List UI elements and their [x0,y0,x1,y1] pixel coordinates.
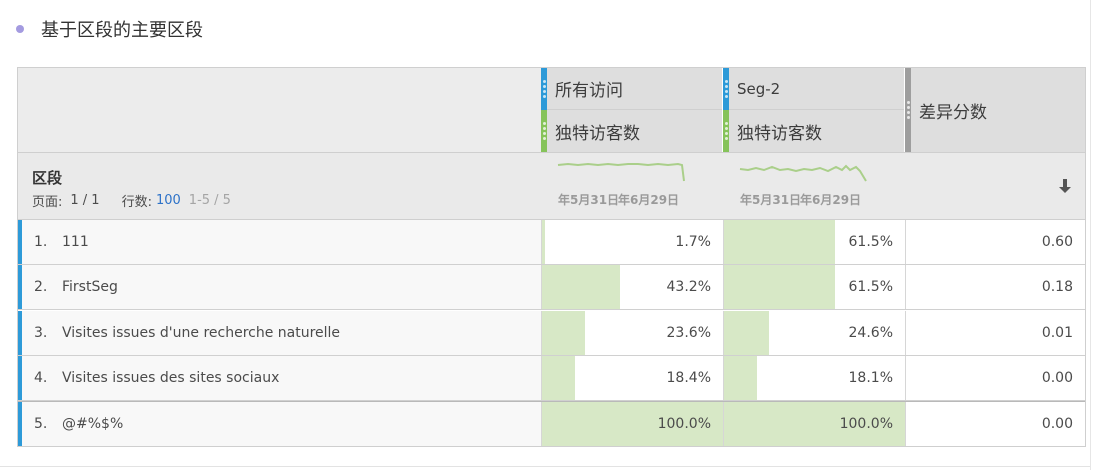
segment-label: 所有访问 [555,81,623,101]
table-row[interactable]: 4. Visites issues des sites sociaux 18.4% 1… [18,356,1085,401]
metric-cell-all-visits[interactable]: 1.7% [541,220,723,264]
sparkline-start-date: 年5月31日 [740,193,802,207]
metric-value: 0.00 [1041,370,1073,386]
metric-drag-handle[interactable] [723,110,729,152]
panel-bullet-icon [16,25,24,33]
metric-cell-all-visits[interactable]: 23.6% [541,311,723,355]
metric-cell-seg-2[interactable]: 61.5% [723,265,905,309]
metric-label: 独特访客数 [555,123,640,144]
metric-value: 100.0% [839,416,893,432]
metric-cell-difference[interactable]: 0.00 [905,402,1085,446]
segment-drag-handle[interactable] [541,67,547,110]
scrollbar-rail[interactable] [1090,0,1112,470]
rows-per-page-select[interactable]: 100 [156,193,181,208]
metric-drag-handle[interactable] [541,110,547,152]
metric-value: 1.7% [675,234,711,250]
row-number: 2. [34,279,48,295]
metric-cell-seg-2[interactable]: 18.1% [723,356,905,400]
sparkline-all-visits [557,162,685,182]
segment-header[interactable]: Seg-2 [723,67,904,110]
metric-label: 独特访客数 [737,123,822,144]
table-row[interactable]: 3. Visites issues d'une recherche naturel… [18,311,1085,356]
metric-value: 23.6% [666,325,711,341]
metric-value: 18.1% [848,370,893,386]
panel-title[interactable]: 基于区段的主要区段 [41,16,203,42]
row-dimension-cell[interactable]: 4. Visites issues des sites sociaux [22,356,541,400]
table-row[interactable]: 5. @#%$% 100.0% 100.0% 0.00 [18,401,1085,446]
metric-header[interactable]: 独特访客数 [541,110,722,152]
metric-value: 0.60 [1041,234,1073,250]
column-header-difference-score[interactable]: 差异分数 [905,68,1085,152]
row-number: 3. [34,325,48,341]
row-item-name[interactable]: FirstSeg [62,279,118,295]
summary-row: 区段 页面: 1 / 1 行数: 100 1-5 / 5 年5月31日 年6月2… [18,152,1085,220]
dimension-title[interactable]: 区段 [32,167,62,188]
metric-cell-seg-2[interactable]: 24.6% [723,311,905,355]
rows-label: 行数: [121,195,152,210]
row-dimension-cell[interactable]: 5. @#%$% [22,402,541,446]
panel-header: 基于区段的主要区段 [16,16,203,42]
percent-bar [724,220,836,264]
metric-value: 0.18 [1041,279,1073,295]
page-value[interactable]: 1 / 1 [70,193,99,208]
freeform-table: 所有访问 独特访客数 Seg-2 独特访客数 差异分数 区段 页面: 1 / 1… [17,67,1086,447]
pagination: 页面: 1 / 1 行数: 100 1-5 / 5 [32,191,231,210]
segment-label: Seg-2 [737,79,781,98]
panel-bottom-divider [0,466,1090,467]
metric-value: 61.5% [848,234,893,250]
row-number: 4. [34,370,48,386]
metric-cell-difference[interactable]: 0.60 [905,220,1085,264]
page-label: 页面: [32,195,63,210]
metric-header[interactable]: 独特访客数 [723,110,904,152]
percent-bar [542,311,585,355]
row-item-name[interactable]: Visites issues d'une recherche naturelle [62,325,340,341]
sparkline-end-date: 年6月29日 [618,193,680,207]
table-row[interactable]: 1. 111 1.7% 61.5% 0.60 [18,220,1085,265]
metric-cell-difference[interactable]: 0.00 [905,356,1085,400]
row-item-name[interactable]: @#%$% [62,416,123,432]
metric-cell-difference[interactable]: 0.18 [905,265,1085,309]
row-dimension-cell[interactable]: 3. Visites issues d'une recherche naturel… [22,311,541,355]
segment-drag-handle[interactable] [723,67,729,110]
metric-value: 18.4% [666,370,711,386]
metric-value: 0.01 [1041,325,1073,341]
table-row[interactable]: 2. FirstSeg 43.2% 61.5% 0.18 [18,265,1085,310]
dimension-header-blank [18,68,541,152]
metric-value: 100.0% [657,416,711,432]
row-number: 1. [34,234,48,250]
metric-value: 61.5% [848,279,893,295]
row-item-name[interactable]: Visites issues des sites sociaux [62,370,279,386]
row-dimension-cell[interactable]: 2. FirstSeg [22,265,541,309]
sparkline-start-date: 年5月31日 [558,193,620,207]
metric-value: 24.6% [848,325,893,341]
percent-bar [724,311,769,355]
sparkline-end-date: 年6月29日 [800,193,862,207]
metric-cell-seg-2[interactable]: 100.0% [723,402,905,446]
row-dimension-cell[interactable]: 1. 111 [22,220,541,264]
metric-value: 0.00 [1041,416,1073,432]
sparkline-seg-2 [739,164,867,182]
row-range: 1-5 / 5 [188,193,231,208]
metric-cell-seg-2[interactable]: 61.5% [723,220,905,264]
percent-bar [542,356,576,400]
sort-descending-icon[interactable] [1058,177,1072,195]
metric-label: 差异分数 [919,102,987,123]
percent-bar [724,265,836,309]
segment-header[interactable]: 所有访问 [541,67,722,110]
percent-bar [542,220,546,264]
row-item-name[interactable]: 111 [62,234,89,250]
row-number: 5. [34,416,48,432]
column-header-seg-2[interactable]: Seg-2 独特访客数 [723,67,904,152]
percent-bar [724,356,757,400]
column-header-all-visits[interactable]: 所有访问 独特访客数 [541,67,722,152]
metric-cell-all-visits[interactable]: 43.2% [541,265,723,309]
metric-cell-difference[interactable]: 0.01 [905,311,1085,355]
metric-cell-all-visits[interactable]: 18.4% [541,356,723,400]
metric-cell-all-visits[interactable]: 100.0% [541,402,723,446]
percent-bar [542,265,621,309]
metric-value: 43.2% [666,279,711,295]
